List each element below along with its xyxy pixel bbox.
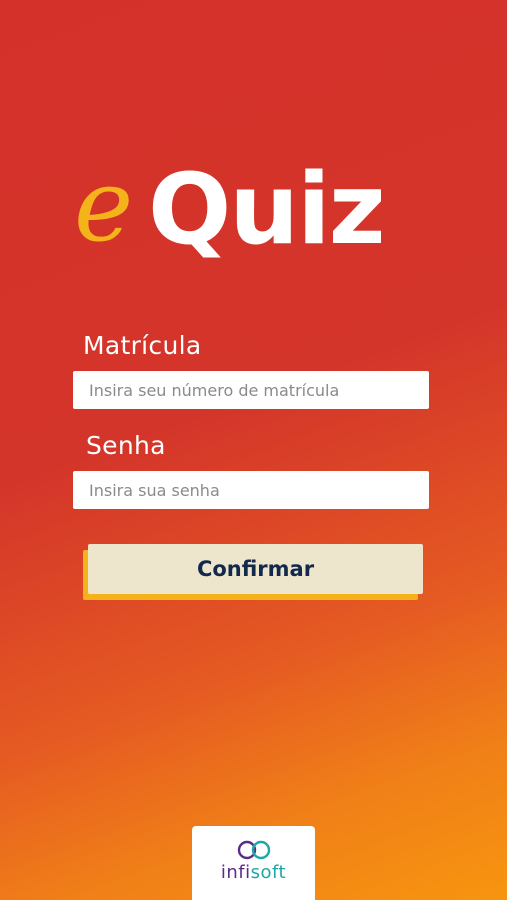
matricula-label: Matrícula bbox=[83, 331, 202, 360]
equiz-logo: e Quiz bbox=[74, 147, 386, 267]
matricula-input[interactable] bbox=[73, 371, 429, 409]
brand-part-infi: infi bbox=[220, 862, 251, 883]
confirm-button[interactable]: Confirmar bbox=[88, 544, 423, 594]
infisoft-brand: infisoft bbox=[192, 826, 315, 900]
senha-input[interactable] bbox=[73, 471, 429, 509]
senha-label: Senha bbox=[86, 431, 166, 460]
infisoft-wordmark: infisoft bbox=[192, 862, 315, 883]
infinity-icon bbox=[237, 840, 271, 860]
logo-quiz: Quiz bbox=[148, 153, 384, 267]
logo-e: e bbox=[74, 147, 133, 264]
brand-part-soft: soft bbox=[250, 862, 287, 883]
